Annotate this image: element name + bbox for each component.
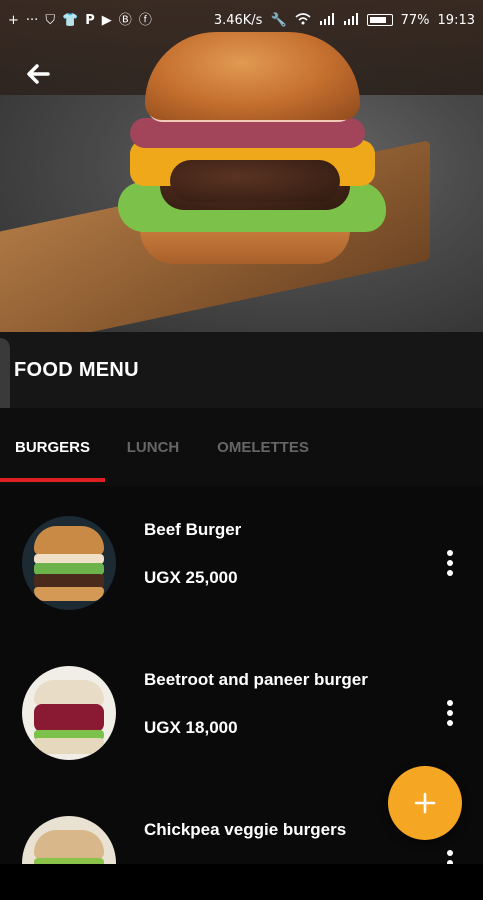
back-arrow-icon — [27, 64, 50, 84]
item-name: Chickpea veggie burgers — [144, 820, 347, 839]
battery-percent: 77% — [400, 12, 430, 28]
signal-icon — [343, 12, 359, 28]
item-more-button[interactable] — [436, 546, 464, 580]
status-bar: + ··· ⛉ 👕 P ▶ Ⓑ ⓕ 3.46K/s 🔧 77% 19:13 — [0, 0, 483, 40]
facebook-icon: ⓕ — [138, 12, 152, 28]
item-price: UGX 18,000 — [144, 718, 238, 737]
hero-burger-image — [0, 0, 483, 332]
more-vert-icon — [447, 700, 453, 706]
signal-icon — [319, 12, 335, 28]
plus-icon — [414, 792, 436, 814]
item-name: Beetroot and paneer burger — [144, 670, 368, 689]
shirt-icon: 👕 — [62, 12, 79, 28]
wifi-icon — [295, 12, 311, 28]
status-system-icons: 3.46K/s 🔧 77% 19:13 — [213, 12, 475, 28]
beef-burger-thumbnail — [22, 516, 116, 610]
more-vert-icon — [447, 550, 453, 556]
more-vert-icon — [447, 850, 453, 856]
page-title: FOOD MENU — [14, 358, 139, 381]
active-tab-indicator — [0, 478, 105, 482]
list-item[interactable]: Beef Burger UGX 25,000 — [0, 486, 483, 636]
list-item[interactable]: Beetroot and paneer burger UGX 18,000 — [0, 636, 483, 786]
plus-icon: + — [8, 12, 19, 28]
status-notification-icons: + ··· ⛉ 👕 P ▶ Ⓑ ⓕ — [8, 14, 152, 27]
item-price: UGX 25,000 — [144, 568, 238, 587]
p-app-icon: P — [85, 12, 95, 28]
system-nav-bar — [0, 864, 483, 900]
clock: 19:13 — [437, 12, 475, 28]
youtube-icon: ▶ — [101, 12, 112, 28]
item-more-button[interactable] — [436, 696, 464, 730]
tab-burgers[interactable]: BURGERS — [0, 408, 105, 486]
back-button[interactable] — [22, 58, 54, 90]
tab-lunch[interactable]: LUNCH — [105, 408, 201, 486]
add-item-button[interactable] — [388, 766, 462, 840]
item-more-button[interactable] — [436, 846, 464, 864]
network-speed: 3.46K/s — [213, 12, 263, 28]
category-tabs: BURGERS LUNCH OMELETTES — [0, 408, 483, 486]
tab-omelettes[interactable]: OMELETTES — [201, 408, 325, 486]
more-icon: ··· — [25, 12, 39, 28]
crypto-icon: Ⓑ — [118, 12, 132, 28]
item-name: Beef Burger — [144, 520, 242, 539]
food-menu-header: FOOD MENU — [0, 332, 483, 408]
shield-icon: ⛉ — [45, 12, 56, 28]
wrench-icon: 🔧 — [270, 12, 287, 28]
chickpea-burger-thumbnail — [22, 816, 116, 864]
beetroot-burger-thumbnail — [22, 666, 116, 760]
battery-icon — [366, 14, 393, 26]
